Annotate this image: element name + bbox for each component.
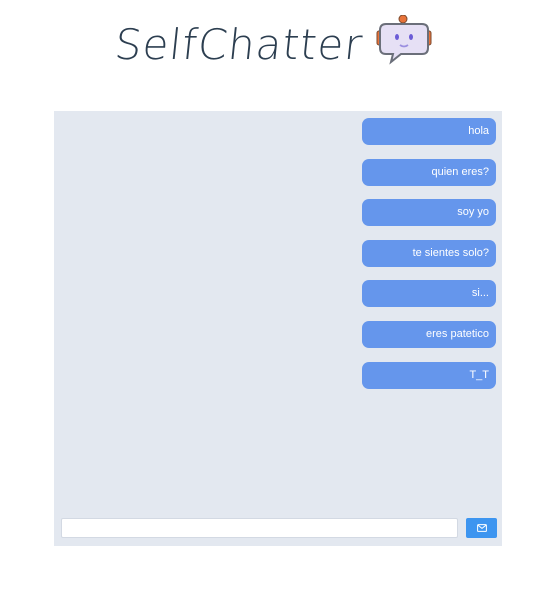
message-bubble: soy yo: [362, 199, 496, 227]
message-bubble: hola: [362, 118, 496, 145]
message-bubble: eres patetico: [362, 320, 496, 348]
message-input[interactable]: [61, 518, 458, 538]
chat-panel: hola quien eres? soy yo te sientes solo?…: [54, 111, 502, 546]
robot-chat-logo-icon: [376, 14, 434, 67]
mail-icon: [476, 524, 487, 532]
message-bubble: quien eres?: [362, 158, 496, 186]
app-window: SelfChatter hola quien eres? soy yo te s…: [0, 0, 549, 590]
app-title: SelfChatter: [112, 20, 365, 69]
send-button[interactable]: [466, 518, 497, 538]
message-bubble: te sientes solo?: [362, 239, 496, 267]
composer: [61, 518, 497, 538]
message-bubble: T_T: [362, 361, 496, 389]
message-bubble: si...: [362, 280, 496, 308]
message-list: hola quien eres? soy yo te sientes solo?…: [362, 118, 496, 402]
header: SelfChatter: [0, 10, 549, 80]
